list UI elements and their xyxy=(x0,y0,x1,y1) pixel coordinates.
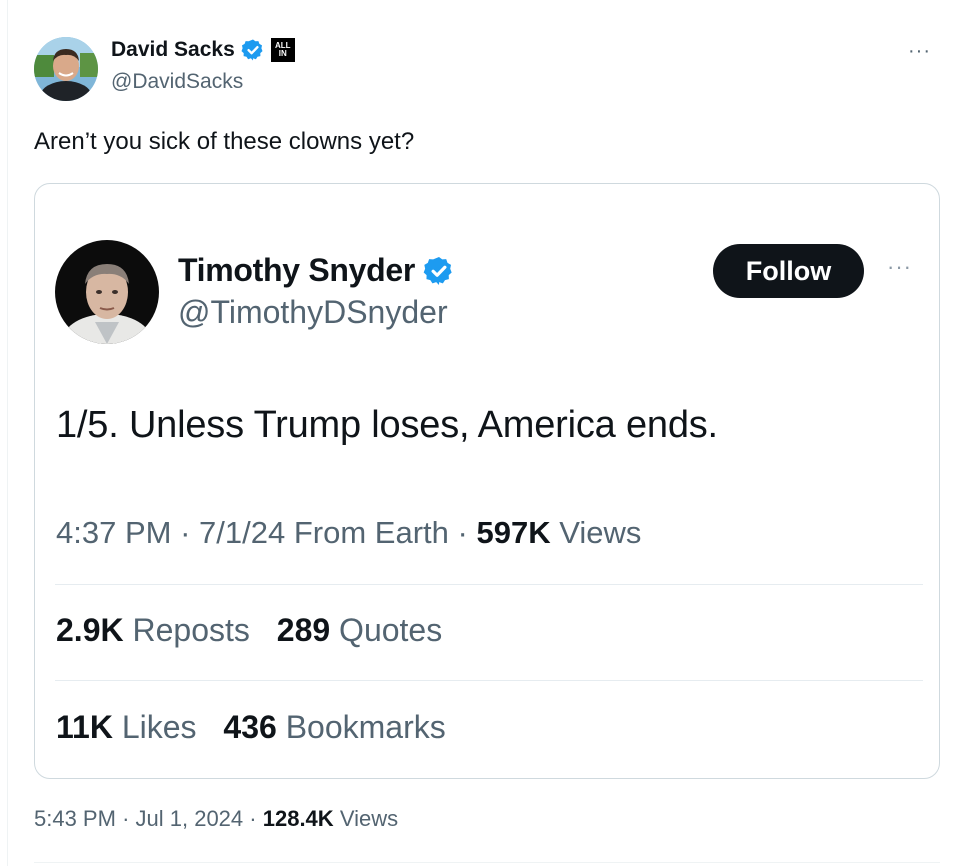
verified-badge-icon xyxy=(423,256,452,285)
quoted-author-name[interactable]: Timothy Snyder xyxy=(178,252,415,289)
author-name-row[interactable]: David Sacks ALL IN xyxy=(111,38,295,62)
separator: · xyxy=(180,515,191,550)
follow-button[interactable]: Follow xyxy=(713,244,864,298)
quoted-tweet-text: 1/5. Unless Trump loses, America ends. xyxy=(56,404,718,446)
more-options-icon[interactable]: ··· xyxy=(908,40,931,63)
quotes-stat[interactable]: 289 Quotes xyxy=(277,612,442,648)
affiliate-badge-icon[interactable]: ALL IN xyxy=(270,38,295,62)
tweet: David Sacks ALL IN @DavidSacks ··· Aren’… xyxy=(0,0,964,866)
quoted-time[interactable]: 4:37 PM xyxy=(56,515,171,550)
divider xyxy=(55,680,923,681)
quoted-engagement-row-2: 11K Likes 436 Bookmarks xyxy=(56,709,464,746)
divider xyxy=(55,584,923,585)
quoted-tweet-meta: 4:37 PM · 7/1/24 From Earth · 597K Views xyxy=(56,515,641,551)
separator: · xyxy=(457,515,468,550)
tweet-views-count: 128.4K xyxy=(262,806,334,831)
verified-badge-icon xyxy=(241,39,263,61)
separator: · xyxy=(249,806,257,831)
tweet-time[interactable]: 5:43 PM xyxy=(34,806,116,831)
quoted-author-avatar[interactable] xyxy=(55,240,159,344)
quoted-source: From Earth xyxy=(293,515,449,550)
bookmarks-stat[interactable]: 436 Bookmarks xyxy=(223,709,445,745)
quoted-author-handle[interactable]: @TimothyDSnyder xyxy=(178,294,448,331)
timeline-border xyxy=(7,0,8,866)
quoted-date[interactable]: 7/1/24 xyxy=(199,515,285,550)
quoted-tweet-card[interactable]: Timothy Snyder @TimothyDSnyder Follow ··… xyxy=(34,183,940,779)
tweet-meta: 5:43 PM · Jul 1, 2024 · 128.4K Views xyxy=(34,806,398,832)
separator: · xyxy=(122,806,130,831)
reposts-stat[interactable]: 2.9K Reposts xyxy=(56,612,250,648)
tweet-text: Aren’t you sick of these clowns yet? xyxy=(34,128,415,155)
quoted-more-options-icon[interactable]: ··· xyxy=(887,254,912,280)
tweet-date[interactable]: Jul 1, 2024 xyxy=(136,806,244,831)
quoted-views-label: Views xyxy=(559,515,642,550)
quoted-author-name-row[interactable]: Timothy Snyder xyxy=(178,252,455,289)
author-name[interactable]: David Sacks xyxy=(111,38,235,62)
tweet-views-label: Views xyxy=(339,806,399,831)
author-avatar[interactable] xyxy=(34,37,98,101)
quoted-engagement-row-1: 2.9K Reposts 289 Quotes xyxy=(56,612,460,649)
author-handle[interactable]: @DavidSacks xyxy=(111,70,243,94)
quoted-views-count: 597K xyxy=(476,515,551,550)
likes-stat[interactable]: 11K Likes xyxy=(56,709,197,745)
divider xyxy=(34,862,940,863)
